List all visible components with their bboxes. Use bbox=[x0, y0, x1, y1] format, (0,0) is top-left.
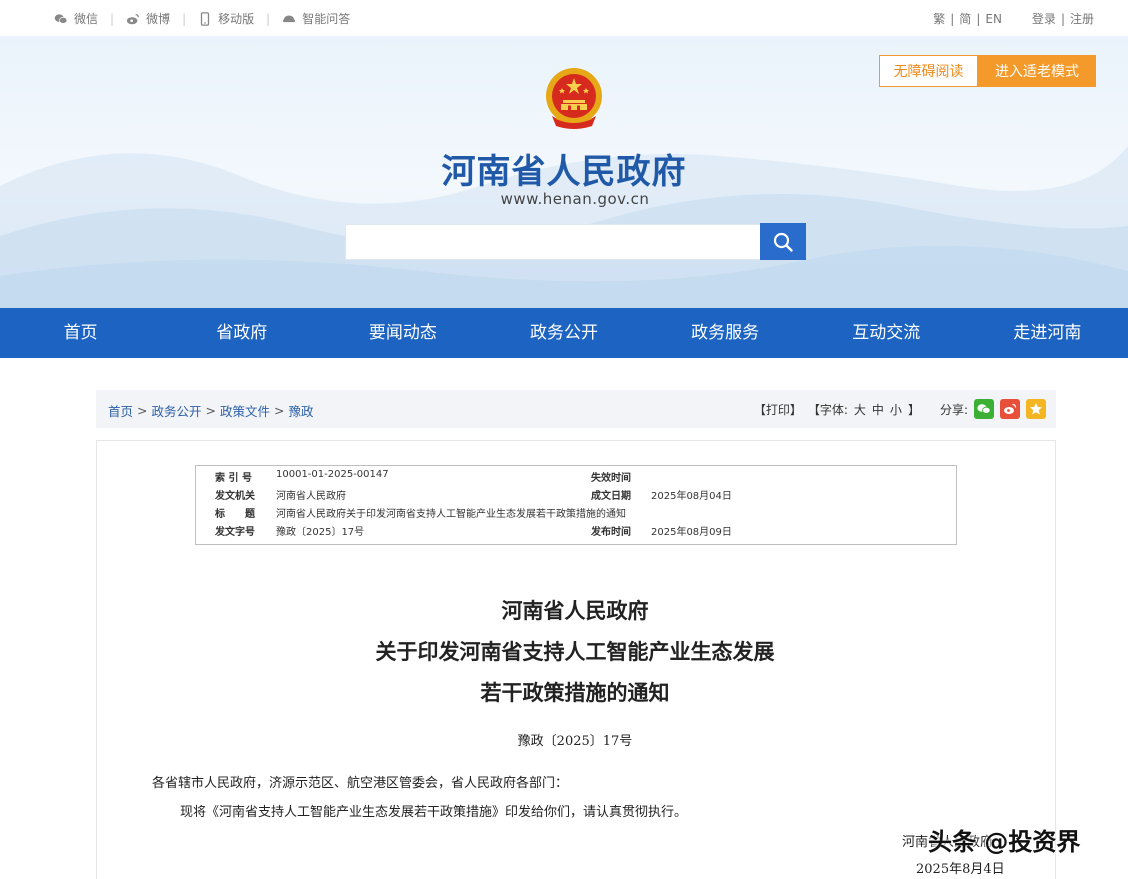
weibo-icon bbox=[126, 13, 139, 24]
wechat-link-label: 微信 bbox=[74, 12, 99, 26]
breadcrumb-policy-documents[interactable]: 政策文件 bbox=[220, 401, 270, 420]
doc-number-value: 豫政〔2025〕17号 bbox=[276, 527, 365, 538]
font-size-suffix: 】 bbox=[907, 402, 920, 417]
weibo-link[interactable]: 微博 bbox=[126, 10, 170, 27]
accessible-reading-button[interactable]: 无障碍阅读 bbox=[879, 55, 978, 87]
mobile-link[interactable]: 移动版 bbox=[198, 10, 254, 27]
mobile-icon bbox=[200, 11, 210, 26]
site-url: www.henan.gov.cn bbox=[500, 190, 650, 208]
weibo-icon bbox=[1004, 403, 1017, 414]
index-value: 10001-01-2025-00147 bbox=[276, 469, 389, 480]
lang-traditional-link[interactable]: 繁 bbox=[933, 10, 945, 27]
breadcrumb-separator: > bbox=[274, 403, 285, 418]
breadcrumb: 首页 > 政务公开 > 政策文件 > 豫政 bbox=[108, 401, 314, 420]
share-label: 分享: bbox=[939, 402, 968, 417]
issuer-value: 河南省人民政府 bbox=[276, 491, 346, 502]
nav-item-news[interactable]: 要闻动态 bbox=[322, 308, 483, 358]
separator: | bbox=[950, 11, 955, 26]
separator: | bbox=[976, 11, 981, 26]
signature-date: 2025年8月4日 bbox=[916, 862, 1005, 877]
wechat-icon bbox=[54, 13, 68, 24]
expire-label: 失效时间 bbox=[591, 473, 631, 484]
breadcrumb-separator: > bbox=[205, 403, 216, 418]
wechat-icon bbox=[977, 404, 991, 414]
register-link[interactable]: 注册 bbox=[1070, 10, 1094, 27]
source-watermark: 头条 @投资界 bbox=[928, 828, 1081, 856]
site-header-banner: 河南省人民政府 www.henan.gov.cn 无障碍阅读 进入适老模式 bbox=[0, 36, 1128, 308]
separator: | bbox=[182, 11, 187, 26]
meta-row: 索 引 号 10001-01-2025-00147 失效时间 bbox=[196, 469, 956, 487]
meta-row: 标 题 河南省人民政府关于印发河南省支持人工智能产业生态发展若干政策措施的通知 bbox=[196, 505, 956, 523]
meta-row: 发文机关 河南省人民政府 成文日期 2025年08月04日 bbox=[196, 487, 956, 505]
breadcrumb-toolbar: 首页 > 政务公开 > 政策文件 > 豫政 【打印】 【字体: 大 中 小 】 … bbox=[96, 390, 1056, 428]
lang-english-link[interactable]: EN bbox=[985, 12, 1002, 26]
search-input[interactable] bbox=[345, 224, 761, 260]
font-size-label: 【字体: bbox=[807, 402, 848, 417]
share-weibo-button[interactable] bbox=[1000, 399, 1020, 419]
lang-simplified-link[interactable]: 简 bbox=[959, 10, 971, 27]
separator: | bbox=[266, 11, 271, 26]
chat-robot-icon bbox=[283, 15, 296, 22]
national-emblem-icon bbox=[546, 68, 602, 129]
created-date-value: 2025年08月04日 bbox=[651, 491, 732, 502]
page-tools: 【打印】 【字体: 大 中 小 】 分享: bbox=[754, 399, 1046, 419]
breadcrumb-yuzheng[interactable]: 豫政 bbox=[289, 401, 314, 420]
nav-item-home[interactable]: 首页 bbox=[0, 308, 161, 358]
document-body: 现将《河南省支持人工智能产业生态发展若干政策措施》印发给你们，请认真贯彻执行。 bbox=[180, 805, 688, 820]
font-large-button[interactable]: 大 bbox=[854, 401, 866, 418]
document-metadata-table: 索 引 号 10001-01-2025-00147 失效时间 发文机关 河南省人… bbox=[195, 465, 957, 545]
search-icon bbox=[773, 232, 793, 252]
weibo-link-label: 微博 bbox=[146, 12, 171, 26]
smart-qa-link[interactable]: 智能问答 bbox=[282, 10, 350, 27]
wechat-link[interactable]: 微信 bbox=[54, 10, 98, 27]
breadcrumb-government-affairs[interactable]: 政务公开 bbox=[152, 401, 202, 420]
language-login-links: 繁 | 简 | EN 登录 | 注册 bbox=[933, 10, 1094, 27]
login-link[interactable]: 登录 bbox=[1032, 10, 1056, 27]
top-utility-bar: 微信 | 微博 | 移动版 | 智能问答 繁 | 简 | EN 登录 | 注册 bbox=[0, 0, 1128, 36]
share-favorite-button[interactable] bbox=[1026, 399, 1046, 419]
print-button[interactable]: 【打印】 bbox=[754, 401, 802, 418]
document-title-line-3: 若干政策措施的通知 bbox=[480, 680, 670, 705]
site-title: 河南省人民政府 bbox=[441, 152, 687, 192]
created-date-label: 成文日期 bbox=[591, 491, 631, 502]
title-value: 河南省人民政府关于印发河南省支持人工智能产业生态发展若干政策措施的通知 bbox=[276, 509, 626, 520]
nav-item-government-services[interactable]: 政务服务 bbox=[645, 308, 806, 358]
search-button[interactable] bbox=[760, 223, 806, 260]
breadcrumb-separator: > bbox=[137, 403, 148, 418]
font-medium-button[interactable]: 中 bbox=[872, 401, 884, 418]
smart-qa-link-label: 智能问答 bbox=[302, 12, 351, 26]
main-navigation: 首页 省政府 要闻动态 政务公开 政务服务 互动交流 走进河南 bbox=[0, 308, 1128, 358]
document-title-line-2: 关于印发河南省支持人工智能产业生态发展 bbox=[375, 639, 775, 664]
document-title-line-1: 河南省人民政府 bbox=[501, 598, 649, 623]
nav-item-government-affairs[interactable]: 政务公开 bbox=[483, 308, 644, 358]
nav-item-interaction[interactable]: 互动交流 bbox=[806, 308, 967, 358]
publish-date-label: 发布时间 bbox=[591, 527, 631, 538]
mobile-link-label: 移动版 bbox=[218, 12, 255, 26]
top-links: 微信 | 微博 | 移动版 | 智能问答 bbox=[54, 10, 362, 27]
meta-row: 发文字号 豫政〔2025〕17号 发布时间 2025年08月09日 bbox=[196, 523, 956, 541]
document-number: 豫政〔2025〕17号 bbox=[517, 734, 633, 749]
document-salutation: 各省辖市人民政府，济源示范区、航空港区管委会，省人民政府各部门： bbox=[152, 776, 569, 791]
index-label: 索 引 号 bbox=[215, 473, 252, 484]
star-icon bbox=[1030, 403, 1042, 415]
breadcrumb-home[interactable]: 首页 bbox=[108, 401, 133, 420]
doc-number-label: 发文字号 bbox=[215, 527, 255, 538]
separator: | bbox=[1060, 11, 1065, 26]
issuer-label: 发文机关 bbox=[215, 491, 255, 502]
separator: | bbox=[110, 11, 115, 26]
nav-item-provincial-government[interactable]: 省政府 bbox=[161, 308, 322, 358]
title-label: 标 题 bbox=[215, 509, 255, 520]
publish-date-value: 2025年08月09日 bbox=[651, 527, 732, 538]
share-wechat-button[interactable] bbox=[974, 399, 994, 419]
elder-mode-button[interactable]: 进入适老模式 bbox=[978, 55, 1096, 87]
font-small-button[interactable]: 小 bbox=[890, 401, 902, 418]
nav-item-about-henan[interactable]: 走进河南 bbox=[967, 308, 1128, 358]
